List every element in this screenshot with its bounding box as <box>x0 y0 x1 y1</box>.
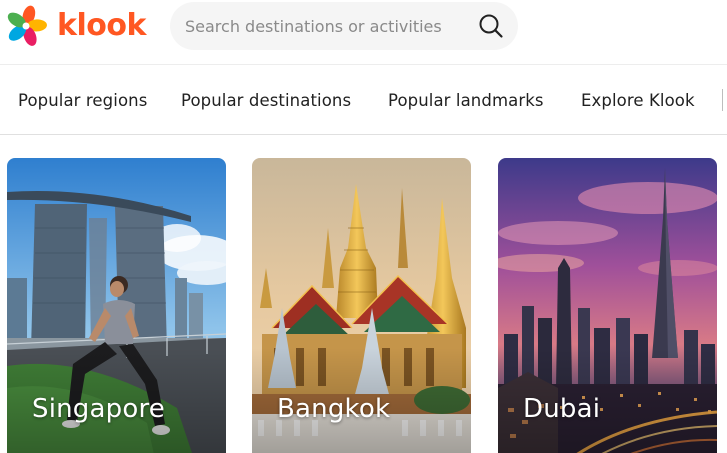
header: klook <box>0 0 727 64</box>
category-nav: Popular regions Popular destinations Pop… <box>0 64 727 135</box>
nav-popular-landmarks[interactable]: Popular landmarks <box>388 91 544 110</box>
destination-card-bangkok[interactable]: Bangkok <box>252 158 471 453</box>
klook-pinwheel-icon <box>7 5 47 46</box>
destination-name: Bangkok <box>277 394 391 424</box>
klook-logo[interactable]: klook <box>4 4 146 48</box>
search-icon <box>479 14 503 38</box>
destination-name: Dubai <box>523 394 601 424</box>
brand-name: klook <box>57 8 146 43</box>
nav-popular-regions[interactable]: Popular regions <box>18 91 147 110</box>
destination-name: Singapore <box>32 394 165 424</box>
nav-popular-destinations[interactable]: Popular destinations <box>181 91 351 110</box>
destination-card-singapore[interactable]: Singapore <box>7 158 226 453</box>
search-button[interactable] <box>478 13 504 39</box>
nav-explore-klook[interactable]: Explore Klook <box>581 91 695 110</box>
destination-card-dubai[interactable]: Dubai <box>498 158 717 453</box>
nav-divider <box>722 89 723 111</box>
search-bar <box>170 2 518 50</box>
search-input[interactable] <box>185 16 472 36</box>
klook-home-page: klook Popular regions Popular destinatio… <box>0 0 727 453</box>
